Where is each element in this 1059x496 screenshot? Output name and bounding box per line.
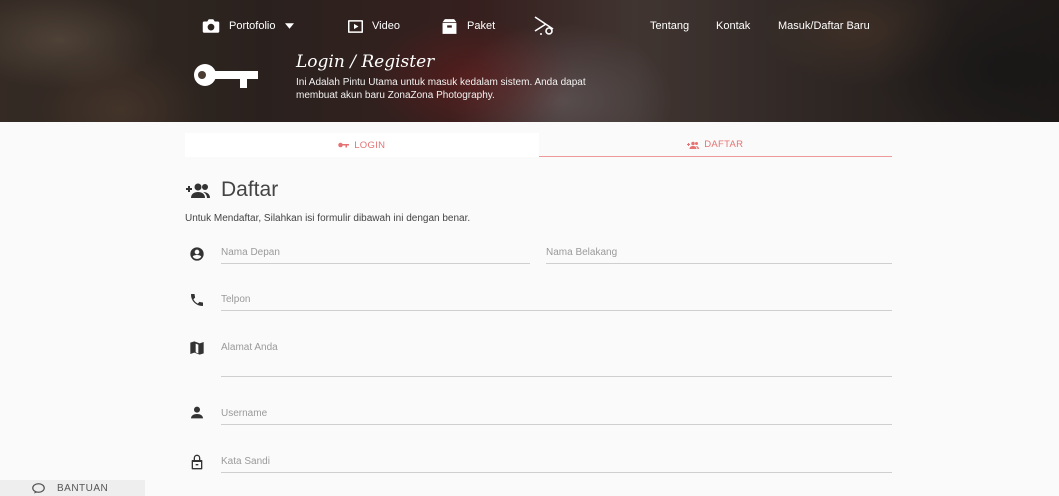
add-group-icon	[186, 183, 210, 198]
scissors-logo-icon	[534, 16, 554, 35]
hero-banner: Portofolio Video Paket Tentang Kontak Ma…	[0, 0, 1059, 122]
phone-input[interactable]	[221, 289, 892, 311]
tab-daftar-label: DAFTAR	[704, 139, 744, 150]
tab-login-label: LOGIN	[354, 139, 386, 151]
top-navbar: Portofolio Video Paket Tentang Kontak Ma…	[0, 12, 1059, 40]
nav-tentang-link[interactable]: Tentang	[650, 12, 689, 40]
account-circle-icon	[189, 246, 205, 262]
nav-video-label: Video	[372, 20, 400, 32]
nav-paket-label: Paket	[467, 20, 496, 32]
page-title: Login / Register	[296, 52, 435, 72]
first-name-input[interactable]	[221, 242, 530, 264]
phone-icon	[189, 292, 205, 308]
nav-portfolio-dropdown[interactable]: Portofolio	[202, 12, 295, 40]
key-icon	[194, 64, 258, 88]
form-description: Untuk Mendaftar, Silahkan isi formulir d…	[185, 213, 471, 224]
form-heading: Daftar	[185, 178, 278, 202]
package-icon	[442, 18, 457, 34]
nav-masuk-daftar-link[interactable]: Masuk/Daftar Baru	[778, 12, 870, 40]
password-input[interactable]	[221, 451, 892, 473]
nav-paket-link[interactable]: Paket	[441, 12, 495, 40]
nav-video-link[interactable]: Video	[348, 12, 400, 40]
nav-portfolio-label: Portofolio	[229, 20, 276, 32]
page-subtitle: Ini Adalah Pintu Utama untuk masuk kedal…	[296, 77, 586, 101]
help-button[interactable]: BANTUAN	[0, 480, 145, 496]
lock-icon	[189, 454, 205, 470]
play-box-icon	[348, 19, 363, 33]
tab-daftar[interactable]: DAFTAR	[538, 133, 892, 157]
camera-icon	[202, 19, 220, 33]
add-group-small-icon	[687, 141, 700, 149]
last-name-input[interactable]	[546, 242, 892, 264]
address-input[interactable]	[221, 339, 892, 377]
map-icon	[189, 340, 205, 356]
auth-tabs: LOGIN DAFTAR	[185, 133, 892, 157]
nav-kontak-link[interactable]: Kontak	[716, 12, 750, 40]
help-label: BANTUAN	[57, 482, 109, 494]
caret-down-icon	[285, 23, 295, 29]
username-input[interactable]	[221, 403, 892, 425]
nav-brand-logo[interactable]	[532, 12, 556, 40]
person-icon	[189, 405, 205, 421]
chat-bubble-icon	[32, 482, 45, 493]
key-small-icon	[338, 142, 350, 148]
form-title: Daftar	[221, 178, 279, 201]
tab-login[interactable]: LOGIN	[185, 133, 539, 157]
